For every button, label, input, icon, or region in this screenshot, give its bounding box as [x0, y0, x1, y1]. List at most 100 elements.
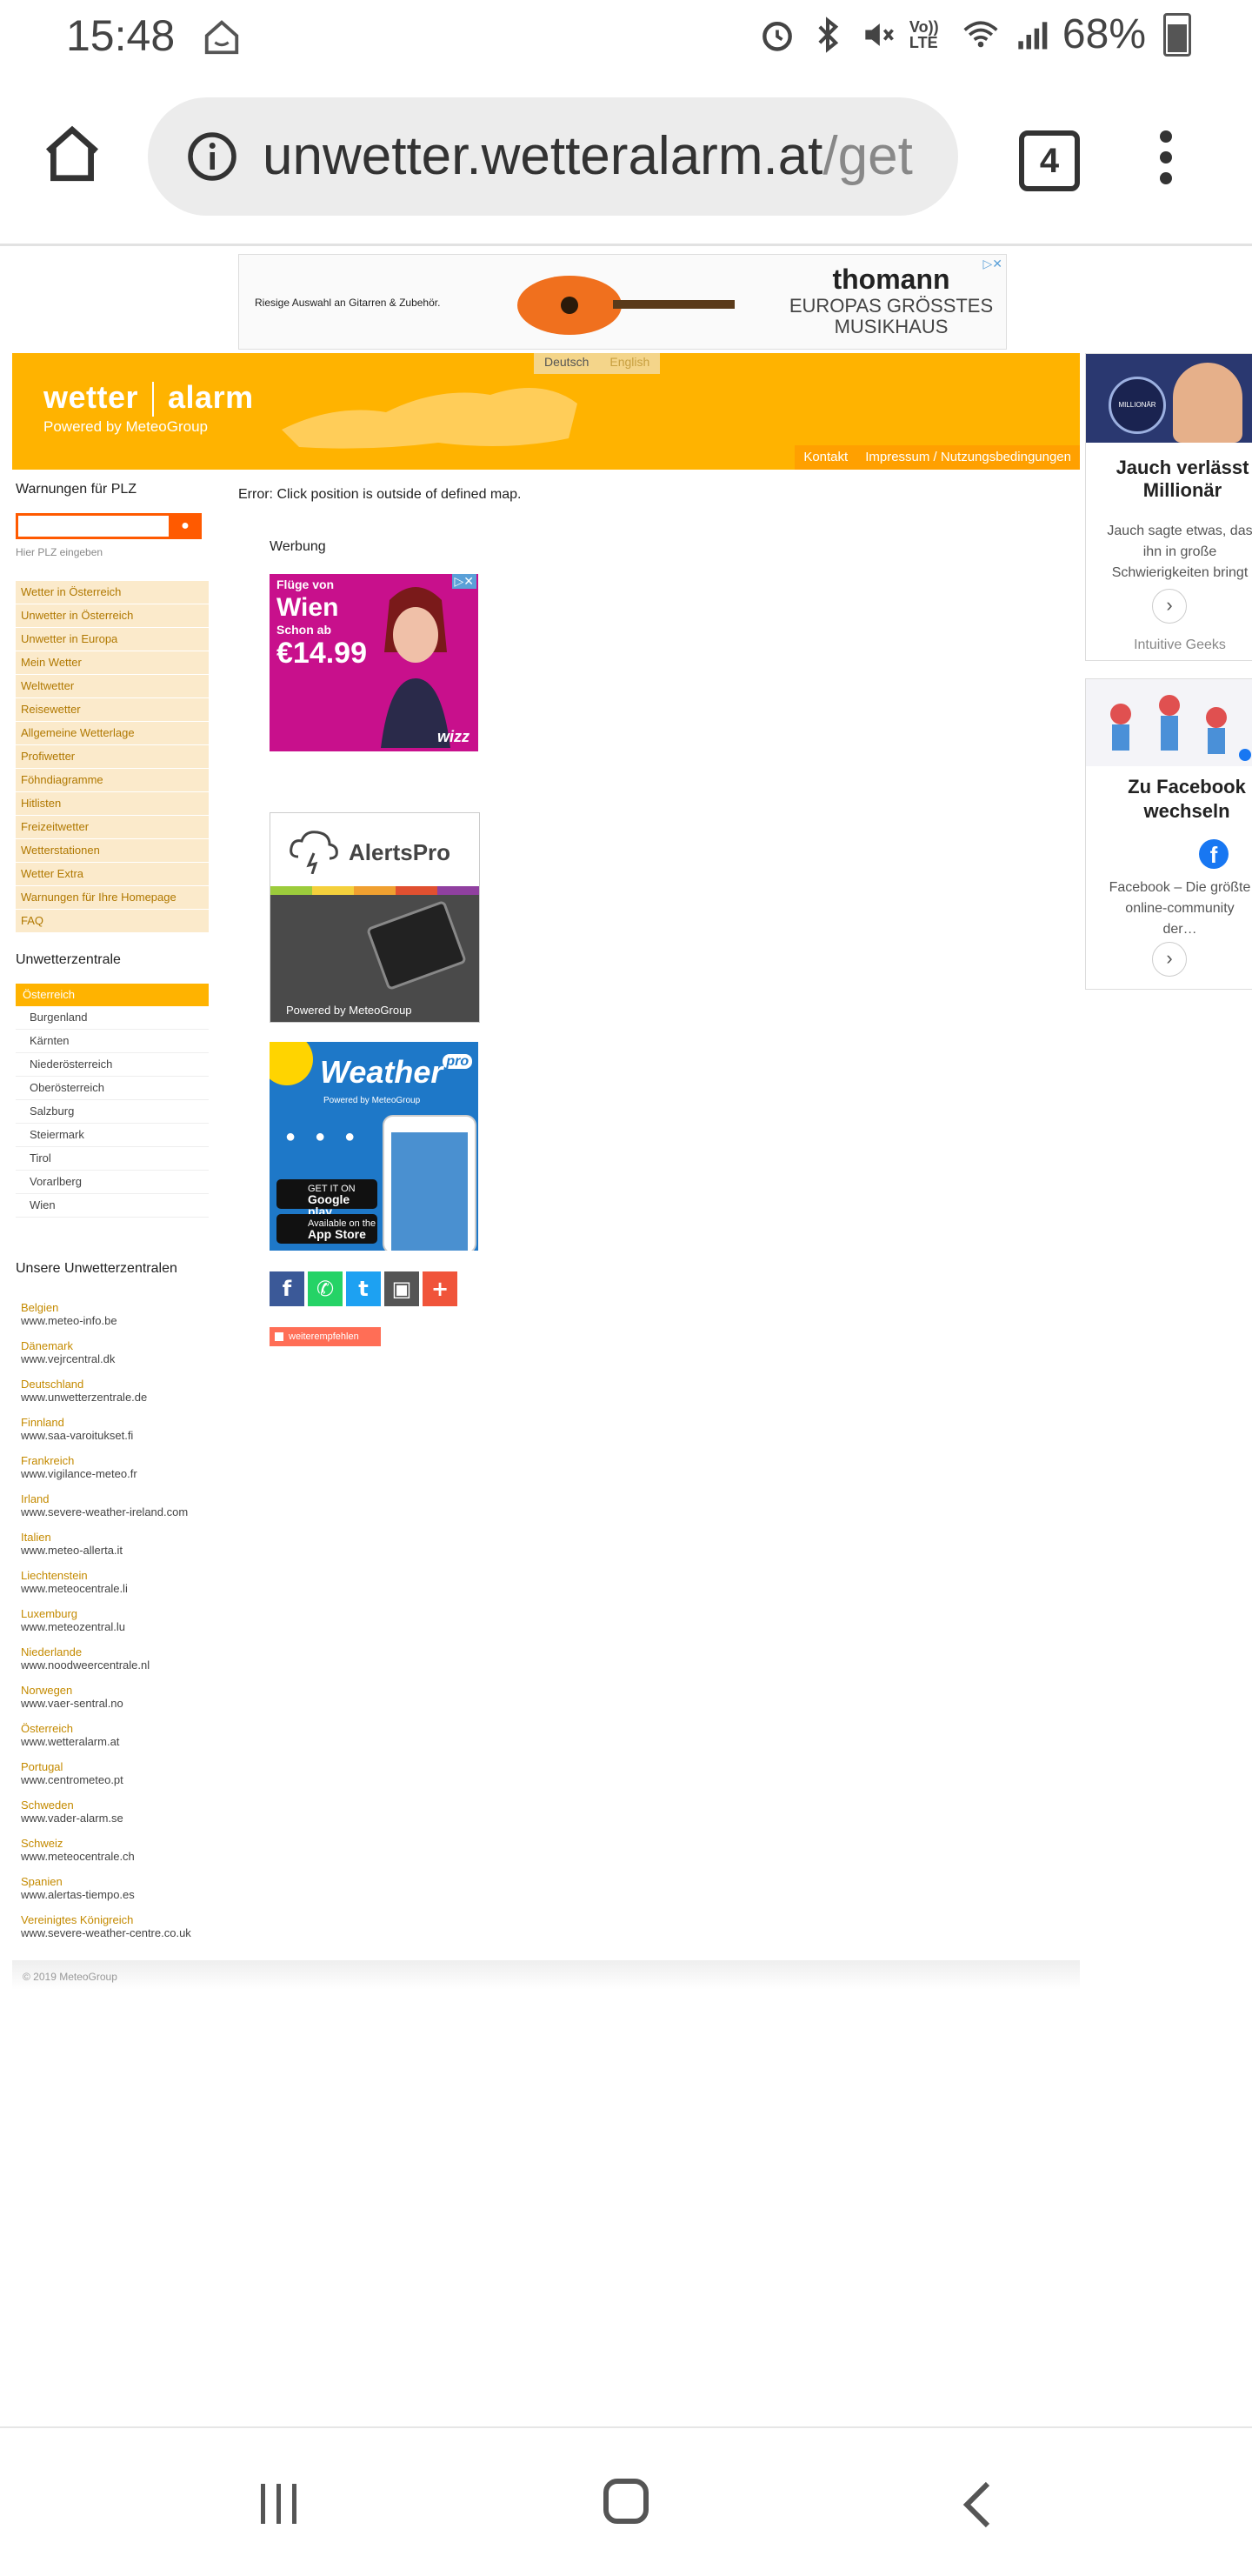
url-text[interactable]: unwetter.wetteralarm.at/get — [263, 125, 958, 187]
country-name[interactable]: Deutschland — [21, 1378, 209, 1391]
more-share-icon[interactable]: + — [423, 1271, 457, 1306]
list-item[interactable]: Dänemark www.vejrcentral.dk — [16, 1339, 209, 1365]
home-nav-icon[interactable] — [603, 2479, 649, 2524]
region-item[interactable]: Steiermark — [16, 1124, 209, 1147]
nav-item[interactable]: Weltwetter — [16, 675, 209, 698]
ad-close-icon[interactable]: ▷✕ — [983, 257, 1003, 271]
country-url[interactable]: www.severe-weather-centre.co.uk — [21, 1926, 209, 1939]
google-play-badge[interactable]: GET IT ON Google play — [276, 1179, 377, 1218]
alertspro-ad[interactable]: AlertsPro Powered by MeteoGroup — [270, 812, 480, 1023]
region-head[interactable]: Österreich — [16, 984, 209, 1006]
ad-title[interactable]: Zu Facebook wechseln — [1086, 775, 1252, 824]
list-item[interactable]: Liechtenstein www.meteocentrale.li — [16, 1569, 209, 1595]
country-url[interactable]: www.vejrcentral.dk — [21, 1352, 209, 1365]
list-item[interactable]: Norwegen www.vaer-sentral.no — [16, 1684, 209, 1710]
nav-item[interactable]: Profiwetter — [16, 745, 209, 769]
ad-title[interactable]: Jauch verlässt Millionär — [1086, 457, 1252, 502]
list-item[interactable]: Irland www.severe-weather-ireland.com — [16, 1492, 209, 1518]
country-url[interactable]: www.vaer-sentral.no — [21, 1697, 209, 1710]
country-url[interactable]: www.wetteralarm.at — [21, 1735, 209, 1748]
country-url[interactable]: www.unwetterzentrale.de — [21, 1391, 209, 1404]
address-bar[interactable]: unwetter.wetteralarm.at/get — [148, 97, 958, 216]
country-name[interactable]: Vereinigtes Königreich — [21, 1913, 209, 1926]
nav-item[interactable]: Allgemeine Wetterlage — [16, 722, 209, 745]
top-banner-ad[interactable]: Riesige Auswahl an Gitarren & Zubehör. t… — [238, 254, 1007, 350]
country-name[interactable]: Spanien — [21, 1875, 209, 1888]
country-url[interactable]: www.vader-alarm.se — [21, 1812, 209, 1825]
nav-item[interactable]: Mein Wetter — [16, 651, 209, 675]
overflow-menu-icon[interactable] — [1153, 125, 1179, 195]
nav-item[interactable]: Wetterstationen — [16, 839, 209, 863]
country-name[interactable]: Dänemark — [21, 1339, 209, 1352]
chevron-right-icon[interactable]: › — [1152, 589, 1187, 624]
country-url[interactable]: www.meteocentrale.li — [21, 1582, 209, 1595]
country-url[interactable]: www.saa-varoitukset.fi — [21, 1429, 209, 1442]
list-item[interactable]: Italien www.meteo-allerta.it — [16, 1531, 209, 1557]
search-button[interactable]: ● — [169, 513, 202, 539]
nav-item[interactable]: Föhndiagramme — [16, 769, 209, 792]
country-name[interactable]: Belgien — [21, 1301, 209, 1314]
region-item[interactable]: Tirol — [16, 1147, 209, 1171]
facebook-ad-card[interactable]: Zu Facebook wechseln f Facebook – Die gr… — [1085, 678, 1252, 990]
weatherpro-ad[interactable]: Weather pro Powered by MeteoGroup ●●● GET… — [270, 1042, 478, 1251]
region-item[interactable]: Burgenland — [16, 1006, 209, 1030]
kontakt-link[interactable]: Kontakt — [795, 445, 856, 470]
country-name[interactable]: Schweden — [21, 1799, 209, 1812]
lang-deutsch[interactable]: Deutsch — [534, 353, 599, 374]
list-item[interactable]: Frankreich www.vigilance-meteo.fr — [16, 1454, 209, 1480]
whatsapp-share-icon[interactable]: ✆ — [308, 1271, 343, 1306]
info-icon[interactable] — [186, 130, 238, 183]
country-name[interactable]: Norwegen — [21, 1684, 209, 1697]
nav-item[interactable]: Wetter in Österreich — [16, 581, 209, 604]
nav-item[interactable]: Warnungen für Ihre Homepage — [16, 886, 209, 910]
recent-apps-icon[interactable] — [257, 2482, 301, 2526]
region-item[interactable]: Niederösterreich — [16, 1053, 209, 1077]
country-url[interactable]: www.alertas-tiempo.es — [21, 1888, 209, 1901]
region-item[interactable]: Vorarlberg — [16, 1171, 209, 1194]
country-name[interactable]: Frankreich — [21, 1454, 209, 1467]
list-item[interactable]: Niederlande www.noodweercentrale.nl — [16, 1645, 209, 1672]
country-url[interactable]: www.meteo-allerta.it — [21, 1544, 209, 1557]
list-item[interactable]: Spanien www.alertas-tiempo.es — [16, 1875, 209, 1901]
home-button-icon[interactable] — [40, 122, 104, 186]
list-item[interactable]: Schweiz www.meteocentrale.ch — [16, 1837, 209, 1863]
country-url[interactable]: www.meteo-info.be — [21, 1314, 209, 1327]
jauch-ad-card[interactable]: MILLIONÄR Jauch verlässt Millionär Jauch… — [1085, 353, 1252, 661]
region-item[interactable]: Oberösterreich — [16, 1077, 209, 1100]
nav-item[interactable]: Unwetter in Österreich — [16, 604, 209, 628]
list-item[interactable]: Schweden www.vader-alarm.se — [16, 1799, 209, 1825]
nav-item[interactable]: Reisewetter — [16, 698, 209, 722]
tab-switcher-button[interactable]: 4 — [1019, 130, 1080, 191]
nav-item[interactable]: Hitlisten — [16, 792, 209, 816]
list-item[interactable]: Deutschland www.unwetterzentrale.de — [16, 1378, 209, 1404]
country-url[interactable]: www.meteozentral.lu — [21, 1620, 209, 1633]
chevron-right-icon[interactable]: › — [1152, 942, 1187, 977]
region-item[interactable]: Wien — [16, 1194, 209, 1218]
facebook-share-icon[interactable]: f — [270, 1271, 304, 1306]
country-name[interactable]: Österreich — [21, 1722, 209, 1735]
country-url[interactable]: www.meteocentrale.ch — [21, 1850, 209, 1863]
country-name[interactable]: Liechtenstein — [21, 1569, 209, 1582]
app-store-badge[interactable]: Available on the App Store — [276, 1214, 377, 1244]
list-item[interactable]: Vereinigtes Königreich www.severe-weather… — [16, 1913, 209, 1939]
country-name[interactable]: Finnland — [21, 1416, 209, 1429]
impressum-link[interactable]: Impressum / Nutzungsbedingungen — [856, 445, 1080, 470]
region-item[interactable]: Kärnten — [16, 1030, 209, 1053]
nav-item[interactable]: Unwetter in Europa — [16, 628, 209, 651]
back-icon[interactable] — [960, 2480, 995, 2529]
site-logo[interactable]: wetter alarm Powered by MeteoGroup — [43, 379, 254, 436]
country-url[interactable]: www.noodweercentrale.nl — [21, 1658, 209, 1672]
list-item[interactable]: Luxemburg www.meteozentral.lu — [16, 1607, 209, 1633]
country-name[interactable]: Italien — [21, 1531, 209, 1544]
nav-item[interactable]: FAQ — [16, 910, 209, 933]
nav-item[interactable]: Wetter Extra — [16, 863, 209, 886]
ad-close-icon[interactable]: ▷✕ — [451, 574, 476, 589]
list-item[interactable]: Belgien www.meteo-info.be — [16, 1301, 209, 1327]
country-url[interactable]: www.centrometeo.pt — [21, 1773, 209, 1786]
country-url[interactable]: www.severe-weather-ireland.com — [21, 1505, 209, 1518]
region-item[interactable]: Salzburg — [16, 1100, 209, 1124]
lang-english[interactable]: English — [599, 353, 660, 374]
country-name[interactable]: Irland — [21, 1492, 209, 1505]
wizz-air-ad[interactable]: Flüge von Wien Schon ab €14.99 wizz ▷✕ — [270, 574, 478, 751]
print-share-icon[interactable]: ▣ — [384, 1271, 419, 1306]
